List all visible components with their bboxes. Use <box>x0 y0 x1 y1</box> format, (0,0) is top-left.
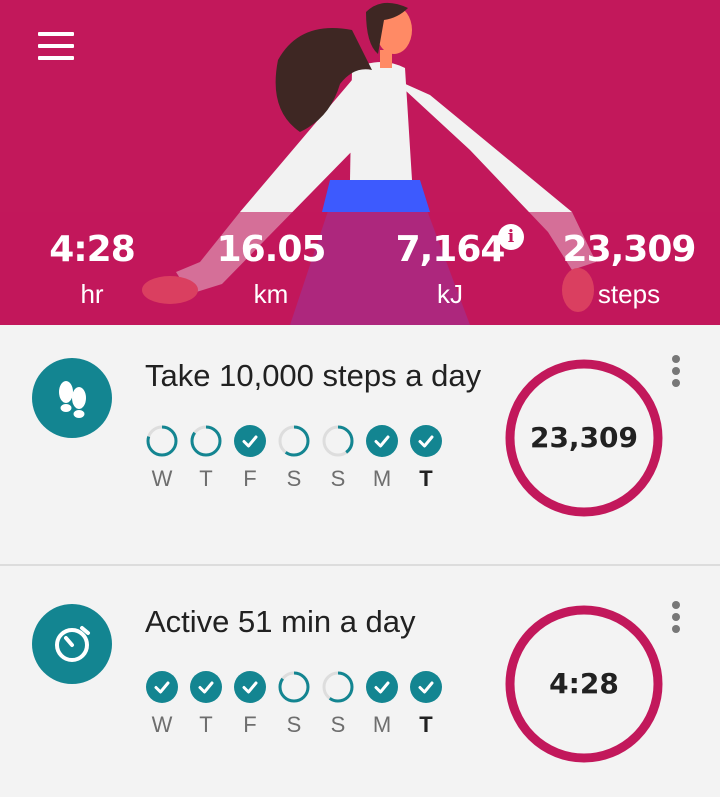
check-icon <box>366 425 398 457</box>
goal-icon <box>32 604 112 684</box>
day-progress[interactable]: T <box>404 670 448 738</box>
progress-ring-icon <box>190 425 222 457</box>
day-progress[interactable]: S <box>316 424 360 492</box>
day-label: F <box>243 466 257 491</box>
check-icon <box>410 425 442 457</box>
day-progress[interactable]: W <box>140 670 184 738</box>
stat-steps[interactable]: 23,309 steps <box>549 226 709 314</box>
stat-unit: hr <box>80 279 104 309</box>
day-label: S <box>330 466 346 491</box>
check-icon <box>146 671 178 703</box>
progress-ring-icon <box>322 671 354 703</box>
day-progress[interactable]: M <box>360 670 404 738</box>
day-progress[interactable]: T <box>184 424 228 492</box>
goal-card-steps[interactable]: Take 10,000 steps a day W T F S S M T 23,309 <box>0 326 720 566</box>
header-banner: 4:28 hr 16.05 km 7,164 kJ 23,309 steps i <box>0 0 720 325</box>
check-icon <box>234 425 266 457</box>
stat-unit: steps <box>597 279 661 309</box>
day-progress[interactable]: M <box>360 424 404 492</box>
check-icon <box>366 671 398 703</box>
day-label: T <box>419 712 433 737</box>
stat-value: 4:28 <box>49 229 136 270</box>
day-label: W <box>151 466 173 491</box>
stat-unit: km <box>253 279 289 309</box>
progress-ring-icon <box>322 425 354 457</box>
progress-ring-icon <box>278 425 310 457</box>
goal-total-value: 23,309 <box>529 421 639 454</box>
info-icon[interactable]: i <box>498 224 524 250</box>
goal-card-active-minutes[interactable]: Active 51 min a day W T F S S M T 4:28 <box>0 572 720 797</box>
goal-title: Active 51 min a day <box>145 604 416 639</box>
more-options-button[interactable] <box>662 598 690 634</box>
day-label: S <box>286 466 302 491</box>
day-progress[interactable]: S <box>316 670 360 738</box>
day-label: M <box>372 712 392 737</box>
check-icon <box>234 671 266 703</box>
more-options-button[interactable] <box>662 352 690 388</box>
goal-title: Take 10,000 steps a day <box>145 358 482 393</box>
progress-ring-icon <box>146 425 178 457</box>
goal-total-ring: 23,309 <box>504 358 664 518</box>
day-progress[interactable]: T <box>404 424 448 492</box>
goal-total-ring: 4:28 <box>504 604 664 764</box>
stat-distance[interactable]: 16.05 km <box>191 226 351 314</box>
footsteps-icon <box>59 381 86 418</box>
day-label: T <box>199 712 213 737</box>
goal-icon <box>32 358 112 438</box>
timer-icon <box>55 626 90 662</box>
daily-stats: 4:28 hr 16.05 km 7,164 kJ 23,309 steps <box>0 226 720 316</box>
stat-value: 16.05 <box>216 229 327 270</box>
stat-unit: kJ <box>437 279 463 309</box>
check-icon <box>410 671 442 703</box>
day-progress[interactable]: F <box>228 424 272 492</box>
day-progress[interactable]: F <box>228 670 272 738</box>
day-label: F <box>243 712 257 737</box>
day-progress[interactable]: S <box>272 424 316 492</box>
weekly-progress: WTFSSMT <box>140 670 450 750</box>
stat-value: 23,309 <box>562 229 697 270</box>
hamburger-menu-icon <box>38 32 74 36</box>
day-label: S <box>330 712 346 737</box>
check-icon <box>190 671 222 703</box>
goal-total-value: 4:28 <box>549 667 619 700</box>
menu-button[interactable] <box>30 28 80 64</box>
day-progress[interactable]: T <box>184 670 228 738</box>
day-label: W <box>151 712 173 737</box>
weekly-progress: WTFSSMT <box>140 424 450 504</box>
day-label: T <box>199 466 213 491</box>
day-label: S <box>286 712 302 737</box>
more-vert-icon <box>672 601 680 609</box>
day-label: M <box>372 466 392 491</box>
stat-active-time[interactable]: 4:28 hr <box>12 226 172 314</box>
more-vert-icon <box>672 355 680 363</box>
day-progress[interactable]: S <box>272 670 316 738</box>
day-label: T <box>419 466 433 491</box>
progress-ring-icon <box>278 671 310 703</box>
day-progress[interactable]: W <box>140 424 184 492</box>
